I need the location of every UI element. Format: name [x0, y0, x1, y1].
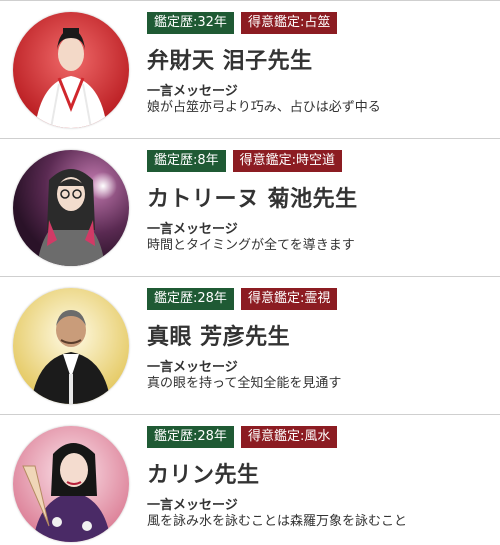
fortune-teller-name[interactable]: カリン先生	[147, 457, 260, 489]
experience-badge: 鑑定歴:28年	[147, 288, 234, 310]
avatar-image	[13, 12, 129, 128]
fortune-teller-card[interactable]: 鑑定歴:32年 得意鑑定:占筮 弁財天 泪子先生 一言メッセージ 娘が占筮亦弓よ…	[0, 1, 500, 139]
fortune-teller-name[interactable]: 弁財天 泪子先生	[147, 43, 313, 75]
avatar[interactable]	[13, 426, 129, 542]
badges: 鑑定歴:8年 得意鑑定:時空道	[147, 150, 343, 172]
specialty-badge: 得意鑑定:風水	[240, 426, 338, 448]
fortune-teller-card[interactable]: 鑑定歴:28年 得意鑑定:霊視 真眼 芳彦先生 一言メッセージ 真の眼を持って全…	[0, 277, 500, 415]
avatar-image	[13, 150, 129, 266]
badges: 鑑定歴:32年 得意鑑定:占筮	[147, 12, 338, 34]
fortune-teller-card[interactable]: 鑑定歴:28年 得意鑑定:風水 カリン先生 一言メッセージ 風を詠み水を詠むこと…	[0, 415, 500, 545]
message-text: 時間とタイミングが全てを導きます	[147, 238, 355, 253]
avatar[interactable]	[13, 150, 129, 266]
experience-badge: 鑑定歴:8年	[147, 150, 226, 172]
fortune-teller-name[interactable]: 真眼 芳彦先生	[147, 319, 290, 351]
badges: 鑑定歴:28年 得意鑑定:霊視	[147, 288, 338, 310]
message-text: 風を詠み水を詠むことは森羅万象を詠むこと	[147, 514, 408, 529]
avatar[interactable]	[13, 288, 129, 404]
avatar-image	[13, 426, 129, 542]
badges: 鑑定歴:28年 得意鑑定:風水	[147, 426, 338, 448]
fortune-teller-list: 鑑定歴:32年 得意鑑定:占筮 弁財天 泪子先生 一言メッセージ 娘が占筮亦弓よ…	[0, 0, 500, 545]
experience-badge: 鑑定歴:32年	[147, 12, 234, 34]
fortune-teller-card[interactable]: 鑑定歴:8年 得意鑑定:時空道 カトリーヌ 菊池先生 一言メッセージ 時間とタイ…	[0, 139, 500, 277]
specialty-badge: 得意鑑定:時空道	[232, 150, 343, 172]
experience-badge: 鑑定歴:28年	[147, 426, 234, 448]
specialty-badge: 得意鑑定:霊視	[240, 288, 338, 310]
message-text: 真の眼を持って全知全能を見通す	[147, 376, 342, 391]
avatar[interactable]	[13, 12, 129, 128]
specialty-badge: 得意鑑定:占筮	[240, 12, 338, 34]
fortune-teller-name[interactable]: カトリーヌ 菊池先生	[147, 181, 358, 213]
avatar-image	[13, 288, 129, 404]
message-text: 娘が占筮亦弓より巧み、占ひは必ず中る	[147, 100, 381, 115]
